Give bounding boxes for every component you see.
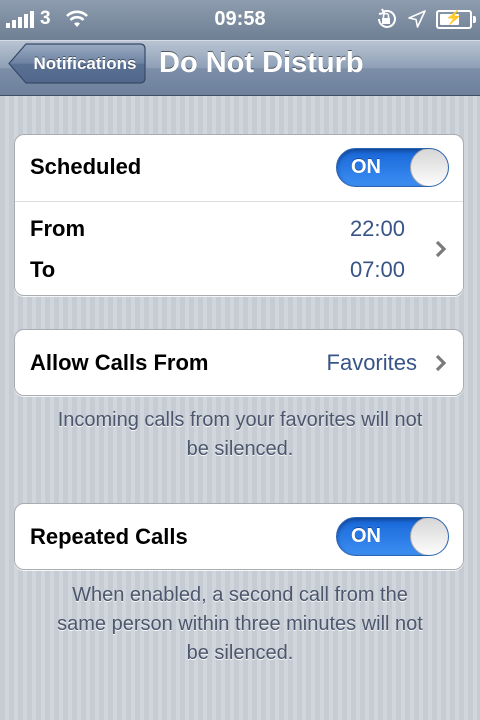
schedule-times-row[interactable]: From 22:00 To 07:00 — [15, 202, 463, 296]
status-bar: 3 09:58 ⚡ — [0, 0, 480, 40]
scheduled-label: Scheduled — [30, 154, 142, 179]
from-value: 22:00 — [349, 216, 405, 241]
toggle-on-label: ON — [351, 525, 381, 547]
scheduled-toggle[interactable]: ON — [336, 148, 449, 187]
footnote-line: Incoming calls from your favorites will … — [57, 409, 423, 431]
to-value: 07:00 — [349, 257, 405, 282]
back-button[interactable]: Notifications — [8, 43, 146, 84]
scheduled-group: Scheduled ON From 22:00 To 07:00 — [14, 134, 464, 296]
footnote-line: When enabled, a second call from the — [72, 584, 408, 606]
repeated-calls-group: Repeated Calls ON — [14, 503, 464, 570]
footnote-line: same person within three minutes will no… — [57, 613, 423, 635]
allow-calls-row[interactable]: Allow Calls From Favorites — [14, 329, 464, 396]
rotation-lock-icon — [378, 8, 396, 28]
toggle-knob — [410, 149, 448, 186]
location-arrow-icon — [408, 10, 426, 28]
allow-calls-label: Allow Calls From — [30, 350, 209, 375]
footnote-line: be silenced. — [186, 438, 294, 460]
to-label: To — [30, 257, 56, 282]
navigation-bar: Notifications Do Not Disturb — [0, 40, 480, 96]
toggle-knob — [410, 518, 448, 555]
toggle-on-label: ON — [351, 156, 381, 178]
repeated-calls-footnote: When enabled, a second call from the sam… — [24, 581, 456, 668]
footnote-line: be silenced. — [186, 642, 294, 664]
chevron-right-icon — [435, 354, 447, 372]
from-label: From — [30, 216, 85, 241]
back-button-label: Notifications — [33, 54, 137, 73]
allow-calls-value: Favorites — [326, 350, 417, 375]
repeated-calls-label: Repeated Calls — [30, 524, 188, 549]
battery-charging-icon: ⚡ — [436, 9, 476, 29]
chevron-right-icon — [435, 240, 447, 258]
allow-calls-footnote: Incoming calls from your favorites will … — [24, 406, 456, 464]
status-right: ⚡ — [374, 8, 476, 30]
repeated-calls-toggle[interactable]: ON — [336, 517, 449, 556]
page-title: Do Not Disturb — [159, 47, 364, 79]
scheduled-row: Scheduled ON — [15, 135, 463, 201]
